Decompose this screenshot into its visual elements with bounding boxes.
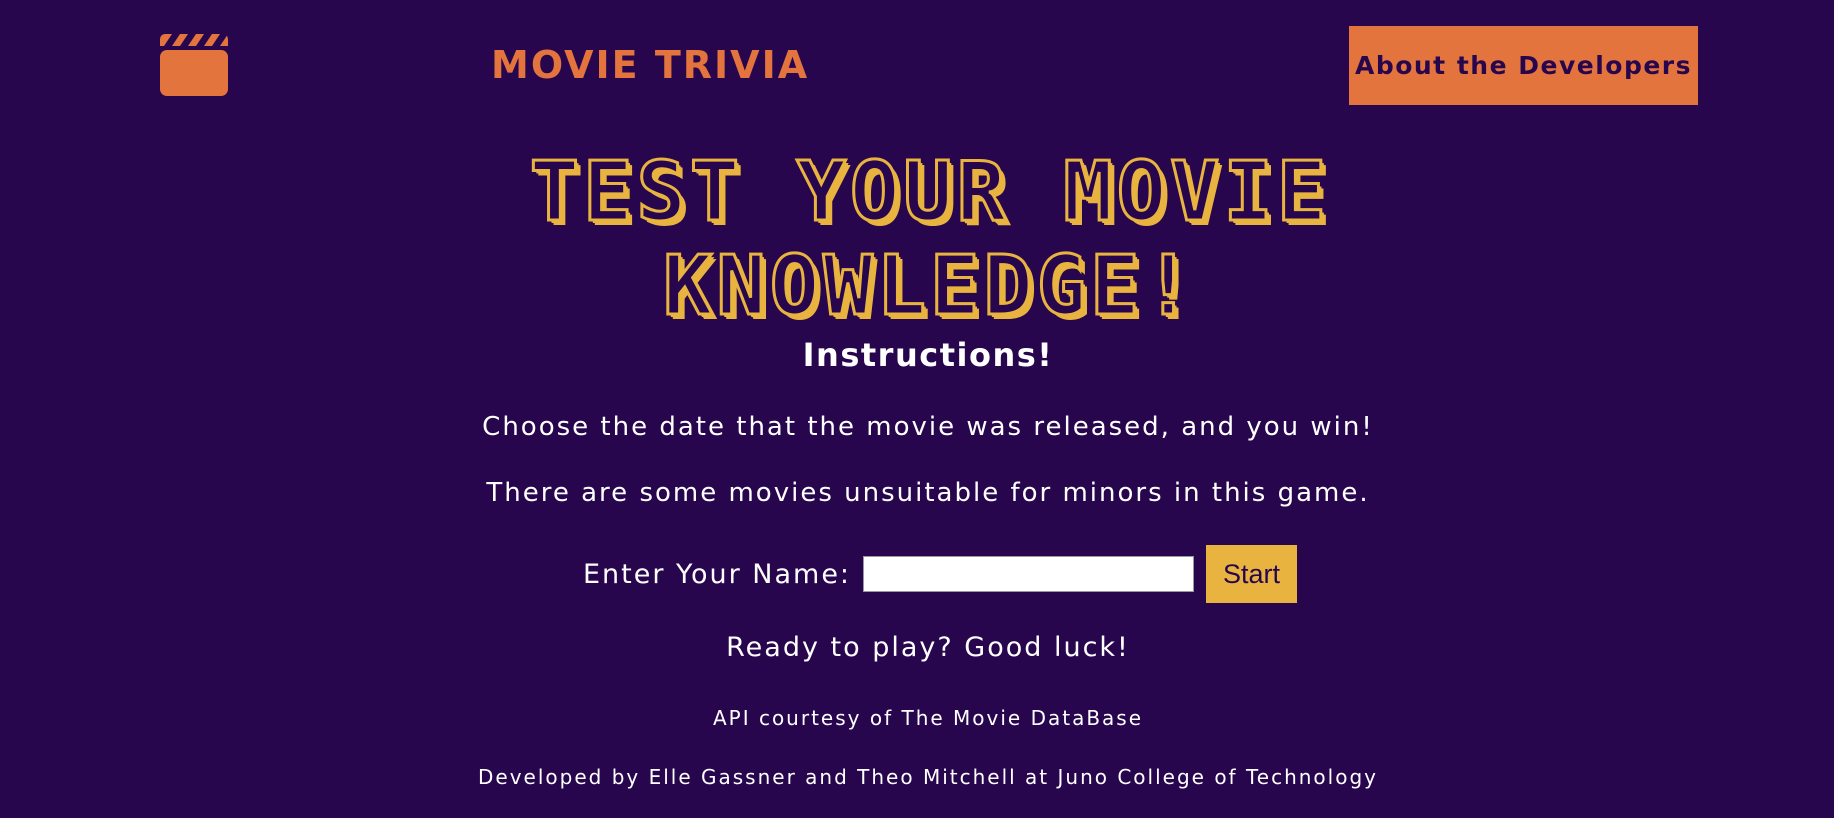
hero-heading-line-1: TEST YOUR MOVIE xyxy=(528,144,1331,241)
instructions-title: Instructions! xyxy=(802,336,1054,374)
name-label: Enter Your Name: xyxy=(583,558,852,590)
start-button[interactable]: Start xyxy=(1206,545,1298,603)
page: MOVIE TRIVIA About the Developers TEST Y… xyxy=(0,0,1834,818)
instructions-line-1: Choose the date that the movie was relea… xyxy=(482,412,1374,442)
api-credit: API courtesy of The Movie DataBase xyxy=(712,706,1144,730)
developer-credit: Developed by Elle Gassner and Theo Mitch… xyxy=(478,765,1378,789)
ready-text: Ready to play? Good luck! xyxy=(726,632,1130,663)
clapperboard-icon xyxy=(160,34,228,96)
name-input[interactable] xyxy=(863,556,1195,592)
about-developers-button[interactable]: About the Developers xyxy=(1349,26,1698,105)
hero-heading-line-2: KNOWLEDGE! xyxy=(662,238,1197,335)
hero-heading: TEST YOUR MOVIE KNOWLEDGE! xyxy=(360,144,1500,335)
site-title: MOVIE TRIVIA xyxy=(491,43,810,87)
instructions-line-2: There are some movies unsuitable for min… xyxy=(486,478,1370,508)
name-form: Enter Your Name: Start xyxy=(583,545,1298,603)
